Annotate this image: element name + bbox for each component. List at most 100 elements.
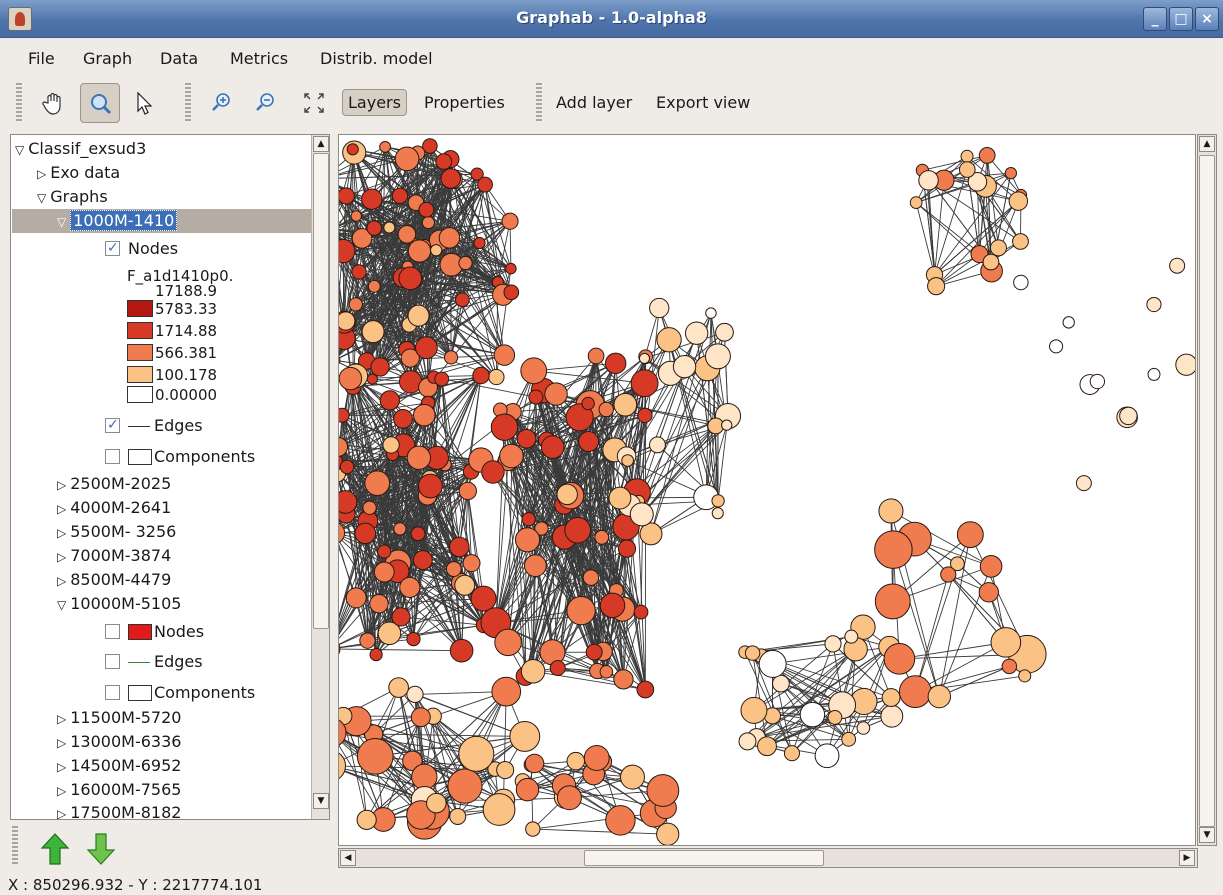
graph-node[interactable] <box>649 297 670 319</box>
graph-node[interactable] <box>564 516 592 544</box>
graph-node[interactable] <box>841 731 857 747</box>
graph-node[interactable] <box>587 347 605 365</box>
map-view[interactable] <box>338 134 1196 846</box>
graph-node[interactable] <box>646 774 680 807</box>
graph-node[interactable] <box>449 536 470 558</box>
tree-graph-item[interactable]: 14500M-6952 <box>57 754 181 778</box>
graph-node[interactable] <box>549 660 566 677</box>
tree-vertical-scrollbar[interactable]: ▲ ▼ <box>311 135 329 819</box>
graph-node[interactable] <box>636 680 655 699</box>
sub-components-checkbox[interactable] <box>105 685 120 700</box>
graph-node[interactable] <box>406 631 421 647</box>
graph-node[interactable] <box>958 161 976 178</box>
graph-node[interactable] <box>505 262 517 275</box>
graph-node[interactable] <box>656 822 680 845</box>
nodes-checkbox[interactable] <box>105 236 120 260</box>
graph-node[interactable] <box>656 327 682 353</box>
toolbar-grip[interactable] <box>536 83 542 121</box>
graph-node[interactable] <box>490 413 519 441</box>
graph-node[interactable] <box>711 507 724 520</box>
graph-node[interactable] <box>406 445 432 470</box>
graph-node[interactable] <box>418 201 435 218</box>
graph-node[interactable] <box>740 696 768 724</box>
graph-node[interactable] <box>407 304 430 327</box>
graph-node[interactable] <box>361 320 385 344</box>
graph-node[interactable] <box>410 526 426 542</box>
graph-node[interactable] <box>814 743 840 769</box>
menu-graph[interactable]: Graph <box>83 49 132 68</box>
graph-node[interactable] <box>434 371 450 387</box>
graph-node[interactable] <box>583 745 610 771</box>
graph-node[interactable] <box>544 382 568 406</box>
graph-node[interactable] <box>582 569 600 586</box>
graph-node[interactable] <box>426 792 447 814</box>
graph-node[interactable] <box>359 632 376 649</box>
scroll-thumb[interactable] <box>313 153 329 629</box>
graph-node[interactable] <box>339 459 355 475</box>
graph-node[interactable] <box>520 659 546 684</box>
graph-node[interactable] <box>1049 339 1064 354</box>
graph-node[interactable] <box>482 793 516 826</box>
sub-edges-layer-row[interactable]: Edges <box>105 650 203 674</box>
graph-node[interactable] <box>1146 296 1162 313</box>
graph-node[interactable] <box>711 494 725 508</box>
tree-graph-1000M-1410[interactable]: 1000M-1410 <box>57 209 178 233</box>
graph-node[interactable] <box>594 529 610 545</box>
graph-node[interactable] <box>608 486 632 510</box>
graph-node[interactable] <box>397 225 417 244</box>
components-layer-row[interactable]: Components <box>105 445 255 469</box>
graph-node[interactable] <box>393 408 413 429</box>
graph-node[interactable] <box>339 311 356 331</box>
graph-node[interactable] <box>978 582 999 603</box>
graph-node[interactable] <box>393 522 407 536</box>
graph-node[interactable] <box>339 366 363 391</box>
graph-node[interactable] <box>684 321 709 345</box>
minimize-button[interactable]: _ <box>1143 7 1167 31</box>
panel-grip[interactable] <box>12 826 18 866</box>
map-vertical-scrollbar[interactable]: ▲ ▼ <box>1197 134 1217 846</box>
graph-node[interactable] <box>369 648 383 662</box>
graph-node[interactable] <box>367 279 381 293</box>
graph-node[interactable] <box>566 751 586 771</box>
graph-node[interactable] <box>440 168 462 189</box>
graph-node[interactable] <box>520 357 548 385</box>
graph-node[interactable] <box>339 639 341 660</box>
graph-node[interactable] <box>477 176 493 193</box>
zoom-out-button[interactable] <box>246 83 286 123</box>
graph-node[interactable] <box>472 366 490 385</box>
graph-node[interactable] <box>638 352 651 364</box>
menu-file[interactable]: File <box>28 49 55 68</box>
tree-graph-item[interactable]: 13000M-6336 <box>57 730 181 754</box>
zoom-in-button[interactable] <box>202 83 242 123</box>
graph-node[interactable] <box>649 436 666 454</box>
maximize-button[interactable]: □ <box>1169 7 1193 31</box>
graph-node[interactable] <box>382 436 400 454</box>
graph-node[interactable] <box>525 821 541 837</box>
graph-node[interactable] <box>978 147 996 164</box>
graph-node[interactable] <box>412 550 433 570</box>
graph-node[interactable] <box>1004 166 1018 180</box>
graph-node[interactable] <box>598 401 614 418</box>
tree-graph-item[interactable]: 16000M-7565 <box>57 778 181 802</box>
graph-node[interactable] <box>556 785 582 811</box>
graph-node[interactable] <box>956 521 984 549</box>
graph-node[interactable] <box>348 297 363 312</box>
graph-node[interactable] <box>410 707 431 728</box>
graph-node[interactable] <box>585 643 603 661</box>
tree-graph-item[interactable]: 4000M-2641 <box>57 496 171 520</box>
graph-node[interactable] <box>824 635 842 653</box>
menu-data[interactable]: Data <box>160 49 198 68</box>
graph-node[interactable] <box>738 732 757 751</box>
graph-node[interactable] <box>982 253 1000 271</box>
graph-node[interactable] <box>516 428 537 449</box>
graph-node[interactable] <box>1001 658 1018 675</box>
nodes-layer-row[interactable]: Nodes <box>105 236 178 261</box>
graph-node[interactable] <box>499 443 524 469</box>
graph-node[interactable] <box>455 292 470 308</box>
graph-node[interactable] <box>501 212 519 230</box>
graph-node[interactable] <box>411 763 438 791</box>
graph-node[interactable] <box>394 146 420 172</box>
graph-node[interactable] <box>449 638 474 663</box>
graph-node[interactable] <box>523 554 547 578</box>
scroll-down-button[interactable]: ▼ <box>313 793 329 809</box>
